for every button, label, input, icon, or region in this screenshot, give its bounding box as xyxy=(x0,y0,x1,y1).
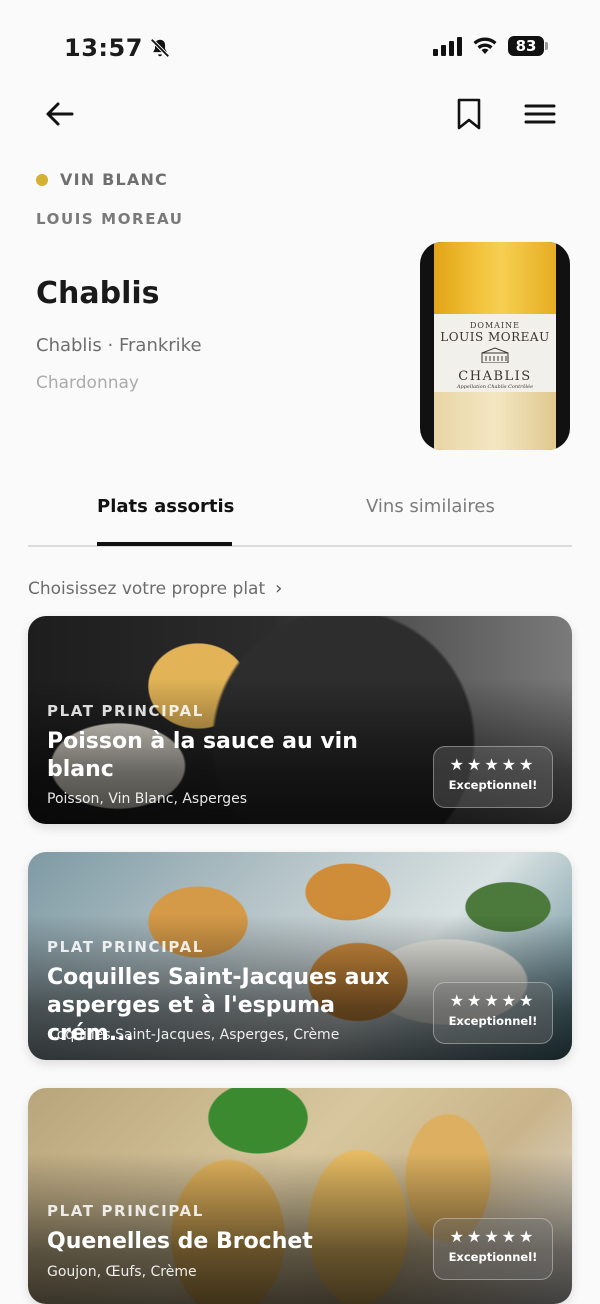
wine-type-dot xyxy=(36,173,48,186)
dish-rating-label: Exceptionnel! xyxy=(448,1250,538,1264)
choose-dish-link[interactable]: Choisissez votre propre plat › xyxy=(28,578,282,599)
wine-name: Chablis xyxy=(36,276,160,311)
chateau-icon xyxy=(481,347,509,364)
dish-card[interactable]: PLAT PRINCIPAL Coquilles Saint-Jacques a… xyxy=(28,852,572,1060)
tab-vins-similaires[interactable]: Vins similaires xyxy=(366,496,495,517)
status-bar: 13:57 83 xyxy=(0,0,600,96)
dish-ingredients: Goujon, Œufs, Crème xyxy=(47,1264,197,1280)
dish-category: PLAT PRINCIPAL xyxy=(47,1202,204,1220)
menu-icon[interactable] xyxy=(522,98,558,130)
wine-type: VIN BLANC xyxy=(36,170,168,189)
bell-muted-icon xyxy=(150,38,170,58)
dish-card[interactable]: PLAT PRINCIPAL Quenelles de Brochet Gouj… xyxy=(28,1088,572,1304)
back-arrow-icon[interactable] xyxy=(42,96,78,132)
choose-dish-label: Choisissez votre propre plat xyxy=(28,578,266,599)
dish-rating-label: Exceptionnel! xyxy=(448,1014,538,1028)
dish-category: PLAT PRINCIPAL xyxy=(47,702,204,720)
dish-card[interactable]: PLAT PRINCIPAL Poisson à la sauce au vin… xyxy=(28,616,572,824)
bottle-image[interactable]: DOMAINE LOUIS MOREAU CHABLIS Appellation… xyxy=(420,242,570,450)
bottle-label: DOMAINE LOUIS MOREAU CHABLIS Appellation… xyxy=(434,314,556,392)
battery-icon: 83 xyxy=(508,36,548,56)
star-icon: ★★★★★ xyxy=(449,991,537,1010)
status-time: 13:57 xyxy=(64,34,171,62)
bottle-label-line2: LOUIS MOREAU xyxy=(440,330,550,344)
signal-icon xyxy=(433,36,462,56)
tab-plats-assortis[interactable]: Plats assortis xyxy=(97,496,234,517)
star-icon: ★★★★★ xyxy=(449,755,537,774)
chevron-right-icon: › xyxy=(275,578,283,599)
bookmark-icon[interactable] xyxy=(454,96,484,132)
dish-rating: ★★★★★ Exceptionnel! xyxy=(433,982,553,1044)
dish-rating: ★★★★★ Exceptionnel! xyxy=(433,746,553,808)
bottle-label-line4: Appellation Chablis Contrôlée xyxy=(456,384,534,390)
dish-category: PLAT PRINCIPAL xyxy=(47,938,204,956)
dish-ingredients: Poisson, Vin Blanc, Asperges xyxy=(47,791,248,807)
dish-title: Poisson à la sauce au vin blanc xyxy=(47,729,358,782)
tab-active-indicator xyxy=(97,542,232,546)
producer-name: LOUIS MOREAU xyxy=(36,210,184,228)
wifi-icon xyxy=(473,37,497,54)
star-icon: ★★★★★ xyxy=(449,1227,537,1246)
wine-type-label: VIN BLANC xyxy=(60,170,169,189)
dish-ingredients: Coquilles Saint-Jacques, Asperges, Crème xyxy=(47,1027,340,1043)
status-time-text: 13:57 xyxy=(64,34,143,62)
wine-grape: Chardonnay xyxy=(36,373,139,393)
dish-title: Quenelles de Brochet xyxy=(47,1229,313,1254)
dish-rating-label: Exceptionnel! xyxy=(448,778,538,792)
dish-rating: ★★★★★ Exceptionnel! xyxy=(433,1218,553,1280)
wine-region: Chablis · Frankrike xyxy=(36,335,202,356)
bottle-label-line3: CHABLIS xyxy=(458,369,532,384)
bottle-label-line1: DOMAINE xyxy=(470,321,520,330)
battery-level: 83 xyxy=(508,36,544,56)
system-indicators: 83 xyxy=(433,36,548,56)
